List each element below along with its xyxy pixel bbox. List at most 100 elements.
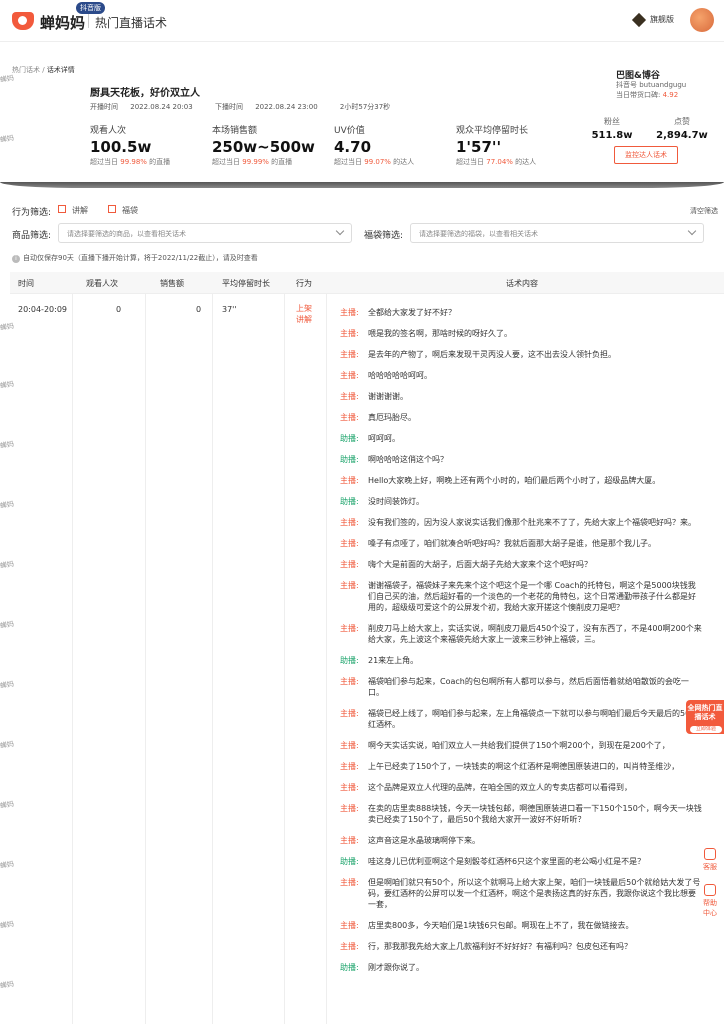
stat-value: 4.70: [334, 138, 372, 156]
grid-icon: [704, 884, 716, 896]
row-time: 20:04-20:09: [18, 305, 67, 314]
logo-icon[interactable]: [12, 12, 34, 30]
watermark: 蝉妈: [0, 134, 15, 144]
script-line: 主播: 福袋已经上线了，啊咱们参与起来，左上角福袋点一下就可以参与啊咱们最后今天最…: [340, 708, 702, 730]
speaker-role: 主播:: [340, 878, 359, 887]
fans-count: 粉丝 511.8w: [591, 117, 633, 141]
speaker-role: 主播:: [340, 921, 359, 930]
stat-uv: UV价值 4.70 超过当日 99.07% 的达人: [334, 123, 414, 167]
watermark: 蝉妈: [0, 800, 15, 810]
script-text: 啊哈哈哈这俏这个吗？: [368, 455, 448, 464]
col-views: 观看人次: [86, 279, 118, 288]
clear-filters-link[interactable]: 清空筛选: [690, 206, 718, 216]
stat-sales: 本场销售额 250w~500w 超过当日 99.99% 的直播: [212, 123, 315, 167]
stat-stay: 观众平均停留时长 1'57'' 超过当日 77.04% 的达人: [456, 123, 536, 167]
speaker-role: 主播:: [340, 581, 359, 590]
start-time: 2022.08.24 20:03: [130, 103, 193, 111]
checkbox-explain-label[interactable]: 讲解: [72, 205, 88, 216]
script-line: 主播: 这声音这是水晶玻璃啊停下来。: [340, 835, 702, 846]
speaker-role: 助播:: [340, 455, 359, 464]
script-text: 削皮刀马上给大家上，实话实说，啊削皮刀最后450个没了，没有东西了，不是400啊…: [368, 624, 702, 644]
action-explain: 讲解: [296, 315, 312, 324]
speaker-role: 主播:: [340, 783, 359, 792]
watermark: 蝉妈: [0, 740, 15, 750]
col-stay: 平均停留时长: [222, 279, 270, 288]
script-line: 主播: 福袋咱们参与起来，Coach的包包啊所有人都可以参与，然后后面悟着就给咱散…: [340, 676, 702, 698]
script-text: 刚才跟你说了。: [368, 963, 424, 972]
script-text: 谢谢谢谢。: [368, 392, 408, 401]
watermark: 蝉妈: [0, 440, 15, 450]
speaker-role: 助播:: [340, 434, 359, 443]
speaker-role: 主播:: [340, 539, 359, 548]
checkbox-bag[interactable]: [108, 205, 116, 213]
script-line: 主播: 但是啊咱们就只有50个，所以这个就啊马上给大家上架，咱们一块钱最后50个就…: [340, 877, 702, 910]
script-line: 主播: 谢谢谢谢。: [340, 391, 702, 402]
speaker-role: 主播:: [340, 804, 359, 813]
stat-compare: 超过当日 77.04% 的达人: [456, 158, 537, 166]
table-header: 时间 观看人次 销售额 平均停留时长 行为 话术内容: [10, 272, 724, 294]
likes-count: 点赞 2,894.7w: [656, 117, 708, 141]
stat-label: 观众平均停留时长: [456, 126, 529, 136]
checkbox-bag-label[interactable]: 福袋: [122, 205, 138, 216]
bag-select[interactable]: 请选择要筛选的福袋，以查看相关话术: [410, 223, 704, 243]
promo-cta[interactable]: 立即体验: [690, 726, 722, 733]
script-text: 没有我们签的，因为没人家说实话我们像那个肚兆来不了了，先给大家上个福袋吧好吗？来…: [368, 518, 696, 527]
watermark: 蝉妈: [0, 860, 15, 870]
speaker-role: 助播:: [340, 656, 359, 665]
vip-level-label[interactable]: 旗舰版: [650, 14, 674, 25]
speaker-role: 主播:: [340, 413, 359, 422]
script-text: 啊今天实话实说，咱们双立人一共给我们提供了150个啊200个，到现在是200个了…: [368, 741, 670, 750]
script-text: 哇这身儿已优利亚啊这个是刻骰苓红酒杯6只这个家里面的老公喝小红是不是？: [368, 857, 646, 866]
script-line: 主播: Hello大家晚上好，啊晚上还有两个小时的，咱们最后两个小时了，超级品牌大…: [340, 475, 702, 486]
monitor-button[interactable]: 监控达人话术: [614, 146, 678, 164]
script-text: 喂是我的签名啊，那啥时候的呀好久了。: [368, 329, 512, 338]
script-text: 谢谢福袋子，福袋妹子来先来个这个吧这个是一个哪 Coach的托特包，啊这个是50…: [368, 581, 696, 612]
stat-label: 观看人次: [90, 126, 127, 136]
watermark: 蝉妈: [0, 322, 15, 332]
script-line: 主播: 真厄玛胎尽。: [340, 412, 702, 423]
script-line: 主播: 店里卖800多，今天咱们是1块钱6只包邮。啊现在上不了，我在做链接去。: [340, 920, 702, 931]
breadcrumb: 热门话术 / 话术详情: [12, 65, 75, 75]
script-text: 福袋咱们参与起来，Coach的包包啊所有人都可以参与，然后后面悟着就给咱散饭的会…: [368, 677, 689, 697]
brand-name[interactable]: 蝉妈妈: [40, 12, 85, 33]
script-line: 助播: 啊哈哈哈这俏这个吗？: [340, 454, 702, 465]
breadcrumb-parent[interactable]: 热门话术: [12, 66, 40, 74]
script-text: Hello大家晚上好，啊晚上还有两个小时的，咱们最后两个小时了，超级品牌大厦。: [368, 476, 661, 485]
service-button[interactable]: 客服: [700, 848, 720, 872]
column-divider: [212, 294, 213, 1024]
breadcrumb-separator: /: [40, 66, 47, 74]
script-line: 主播: 嗓子有点哑了，咱们就凑合听吧好吗？我就后面那大胡子是谁，他是那个我儿子。: [340, 538, 702, 549]
watermark: 蝉妈: [0, 560, 15, 570]
col-sales: 销售额: [160, 279, 184, 288]
script-line: 主播: 嗨个大是前面的大胡子，后面大胡子先给大家来个这个吧好吗？: [340, 559, 702, 570]
script-text: 这声音这是水晶玻璃啊停下来。: [368, 836, 480, 845]
row-views: 0: [116, 305, 122, 314]
row-sales: 0: [196, 305, 202, 314]
watermark: 蝉妈: [0, 620, 15, 630]
breadcrumb-current: 话术详情: [46, 66, 75, 74]
col-script: 话术内容: [506, 279, 538, 288]
script-text: 嗨个大是前面的大胡子，后面大胡子先给大家来个这个吧好吗？: [368, 560, 592, 569]
end-time-label: 下播时间: [214, 103, 243, 111]
avatar-icon[interactable]: [690, 8, 714, 32]
product-select[interactable]: 请选择要筛选的商品，以查看相关话术: [58, 223, 352, 243]
script-line: 主播: 喂是我的签名啊，那啥时候的呀好久了。: [340, 328, 702, 339]
script-text: 店里卖800多，今天咱们是1块钱6只包邮。啊现在上不了，我在做链接去。: [368, 921, 634, 930]
speaker-role: 主播:: [340, 518, 359, 527]
checkbox-explain[interactable]: [58, 205, 66, 213]
speaker-role: 助播:: [340, 963, 359, 972]
live-title: 厨具天花板，好价双立人: [90, 88, 200, 99]
help-button[interactable]: 帮助中心: [700, 884, 720, 918]
speaker-role: 主播:: [340, 836, 359, 845]
speaker-role: 主播:: [340, 476, 359, 485]
script-line: 主播: 是去年的产物了，啊后来发现干灵丙没人要，这不出去没人领针负担。: [340, 349, 702, 360]
script-text: 福袋已经上线了，啊咱们参与起来，左上角福袋点一下就可以参与啊咱们最后今天最后的5…: [368, 709, 699, 729]
stat-views: 观看人次 100.5w 超过当日 99.98% 的直播: [90, 123, 170, 167]
watermark: 蝉妈: [0, 920, 15, 930]
speaker-role: 主播:: [340, 709, 359, 718]
script-text: 嗓子有点哑了，咱们就凑合听吧好吗？我就后面那大胡子是谁，他是那个我儿子。: [368, 539, 656, 548]
chevron-down-icon: [687, 226, 697, 236]
start-time-label: 开播时间: [90, 103, 118, 111]
chevron-down-icon: [335, 226, 345, 236]
script-line: 主播: 行，那我那我先给大家上几款福利好不好好好？有福利吗？包皮包还有吗？: [340, 941, 702, 952]
